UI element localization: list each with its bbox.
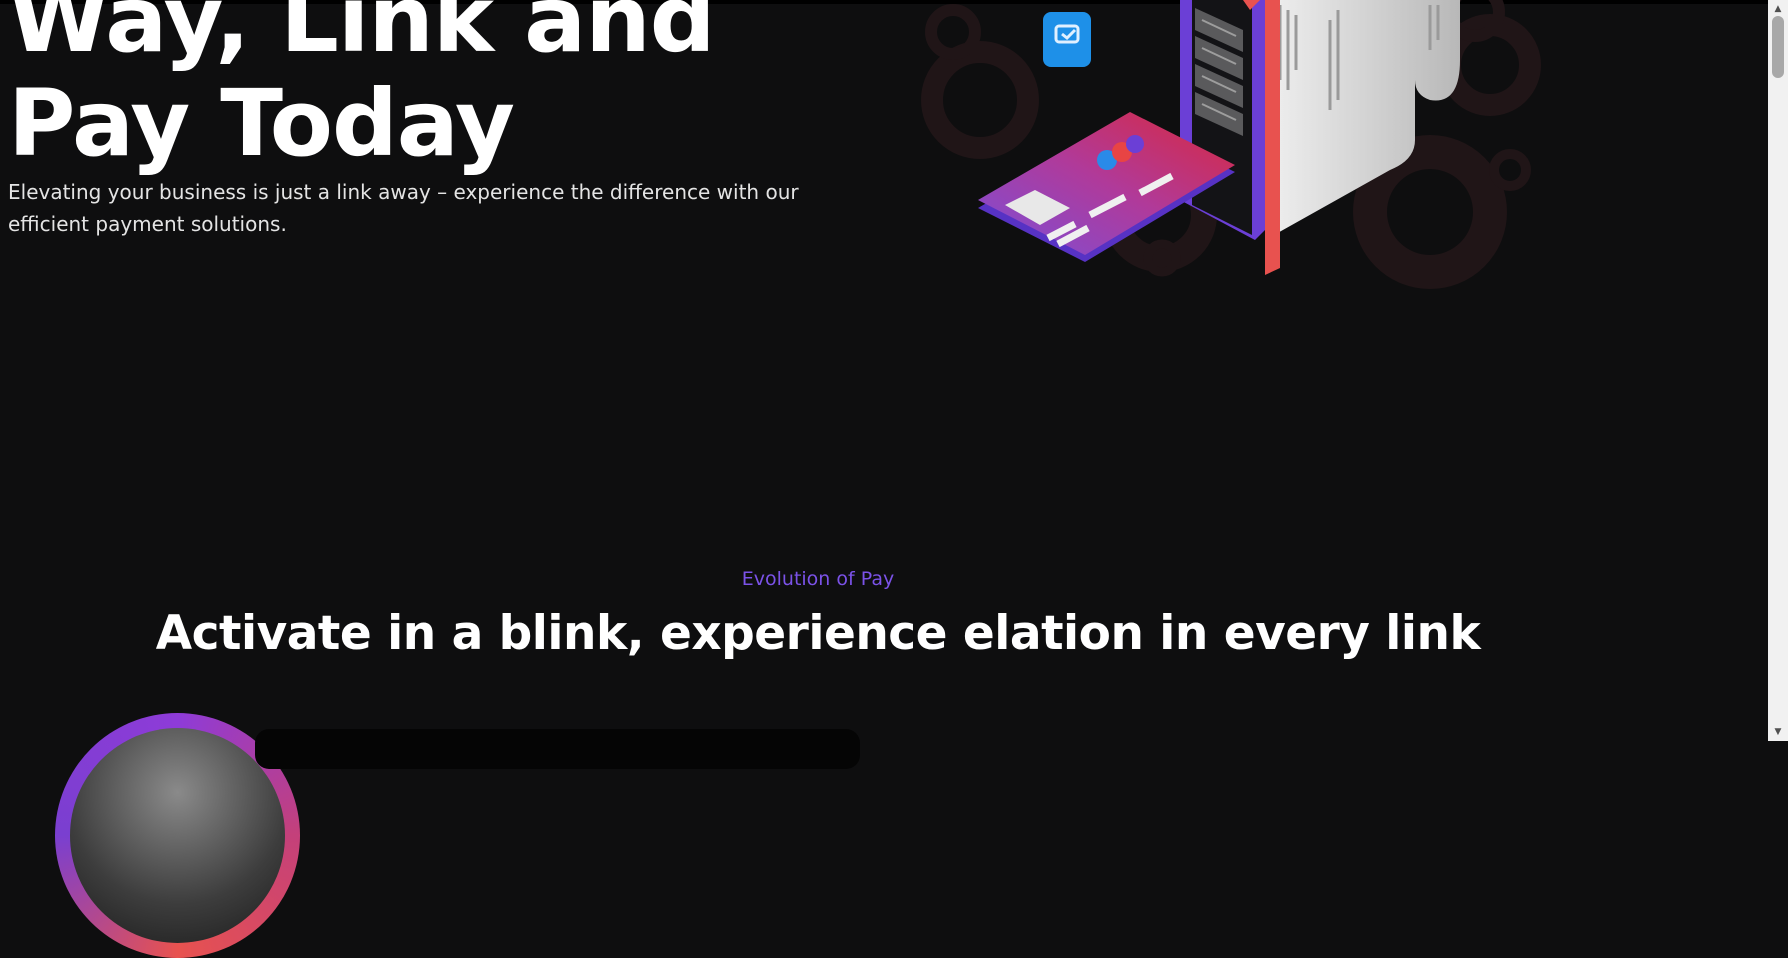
section-eyebrow: Evolution of Pay [741,568,895,590]
ring-inner-image [70,728,285,943]
hero-title-line2: Pay Today [8,70,515,177]
section-title: Activate in a blink, experience elation … [155,606,1481,661]
hero-title: Way, Link and Pay Today [8,0,716,177]
content-card [255,729,860,769]
hero-subtitle-line2: efficient payment solutions. [8,212,287,236]
triangle-up-icon[interactable]: ▲ [1768,2,1788,16]
triangle-down-icon[interactable]: ▼ [1768,725,1788,739]
vertical-scrollbar[interactable]: ▲ ▼ [1768,0,1788,741]
shield-badge-icon [1043,12,1091,67]
scrollbar-thumb[interactable] [1772,16,1784,78]
hero-subtitle-line1: Elevating your business is just a link a… [8,180,799,204]
hero-title-line1: Way, Link and [8,0,716,73]
payment-illustration [921,0,1541,289]
hero-subtitle: Elevating your business is just a link a… [8,176,808,240]
